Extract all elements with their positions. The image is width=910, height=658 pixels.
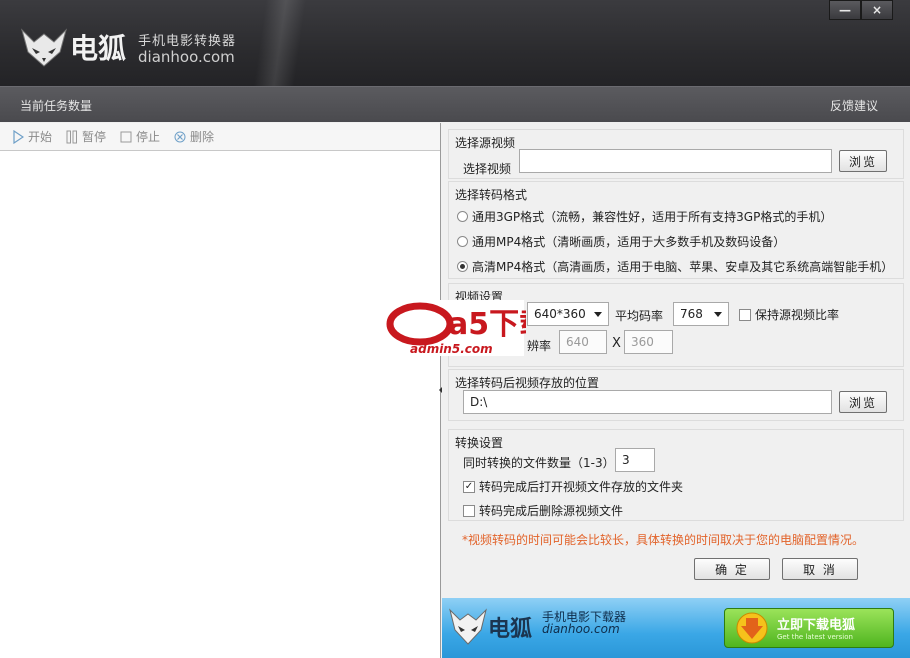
download-now-sublabel: Get the latest version <box>777 633 853 641</box>
delete-source-option[interactable]: 转码完成后删除源视频文件 <box>463 502 623 519</box>
dianhu-banner-logo: 电狐 <box>449 608 532 645</box>
radio-3gp[interactable] <box>457 211 468 222</box>
download-banner[interactable]: 电狐 手机电影下载器 dianhoo.com 立即下载电狐 Get the la… <box>442 598 910 658</box>
bitrate-value: 768 <box>680 307 703 321</box>
stop-button[interactable]: 停止 <box>120 128 160 145</box>
open-folder-checkbox[interactable]: ✓ <box>463 480 475 493</box>
delete-source-checkbox[interactable] <box>463 504 475 517</box>
convert-settings-group: 转换设置 同时转换的文件数量（1-3） 3 ✓ 转码完成后打开视频文件存放的文件… <box>448 429 904 521</box>
source-group-title: 选择源视频 <box>455 136 516 150</box>
settings-pane: 选择源视频 选择视频 浏览 选择转码格式 通用3GP格式（流畅，兼容性好，适用于… <box>442 123 910 598</box>
svg-text:电狐: 电狐 <box>488 616 532 642</box>
open-folder-label: 转码完成后打开视频文件存放的文件夹 <box>479 480 684 494</box>
pause-icon <box>66 130 78 143</box>
conversion-time-note: *视频转码的时间可能会比较长，具体转换的时间取决于您的电脑配置情况。 <box>462 533 865 547</box>
svg-text:电狐: 电狐 <box>70 32 126 65</box>
delete-button[interactable]: 删除 <box>174 128 214 145</box>
app-subtitle: 手机电影转换器 <box>138 34 237 49</box>
start-label: 开始 <box>28 130 53 144</box>
delete-icon <box>174 131 186 142</box>
play-icon <box>13 129 24 144</box>
bitrate-select[interactable]: 768 <box>673 302 729 326</box>
output-location-group: 选择转码后视频存放的位置 D:\ 浏览 <box>448 369 904 421</box>
open-folder-option[interactable]: ✓ 转码完成后打开视频文件存放的文件夹 <box>463 478 683 495</box>
download-now-button[interactable]: 立即下载电狐 Get the latest version <box>724 608 894 648</box>
chevron-down-icon <box>714 312 722 317</box>
output-browse-button[interactable]: 浏览 <box>839 391 887 413</box>
download-arrow-icon <box>736 612 768 644</box>
keep-ratio-checkbox[interactable] <box>739 308 751 321</box>
delete-label: 删除 <box>190 130 215 144</box>
width-input[interactable]: 640 <box>559 330 607 354</box>
format-group: 选择转码格式 通用3GP格式（流畅，兼容性好，适用于所有支持3GP格式的手机） … <box>448 181 904 279</box>
chevron-down-icon <box>594 312 602 317</box>
format-mp4-label: 通用MP4格式（清晰画质，适用于大多数手机及数码设备） <box>472 235 786 249</box>
bitrate-label: 平均码率 <box>615 309 664 323</box>
concurrent-input[interactable]: 3 <box>615 448 655 472</box>
banner-site: dianhoo.com <box>542 622 620 636</box>
source-browse-button[interactable]: 浏览 <box>839 150 887 172</box>
stop-icon <box>120 131 132 142</box>
format-option-3gp[interactable]: 通用3GP格式（流畅，兼容性好，适用于所有支持3GP格式的手机） <box>457 208 832 225</box>
resolution-select[interactable]: 640*360 <box>527 302 609 326</box>
minimize-button[interactable]: — <box>829 0 861 20</box>
stop-label: 停止 <box>136 130 161 144</box>
height-input[interactable]: 360 <box>624 330 673 354</box>
pause-label: 暂停 <box>82 130 107 144</box>
task-list-pane: 开始 暂停 停止 删除 <box>0 123 441 658</box>
dianhu-logo: 电狐 <box>21 28 126 67</box>
task-toolbar: 开始 暂停 停止 删除 <box>0 123 440 151</box>
pause-button[interactable]: 暂停 <box>66 128 106 145</box>
window-controls: — × <box>829 0 893 20</box>
start-button[interactable]: 开始 <box>12 128 52 145</box>
download-now-label: 立即下载电狐 <box>777 618 856 633</box>
custom-resolution-label: 辨率 <box>527 339 552 353</box>
keep-ratio-label: 保持源视频比率 <box>755 308 840 322</box>
format-group-title: 选择转码格式 <box>455 188 528 202</box>
task-count-label: 当前任务数量 <box>20 99 93 113</box>
format-hd-mp4-label: 高清MP4格式（高清画质，适用于电脑、苹果、安卓及其它系统高端智能手机） <box>472 260 894 274</box>
source-video-label: 选择视频 <box>463 162 512 176</box>
feedback-link[interactable]: 反馈建议 <box>830 97 878 114</box>
resolution-value: 640*360 <box>534 307 586 321</box>
ok-button[interactable]: 确 定 <box>694 558 770 580</box>
app-site: dianhoo.com <box>138 48 235 66</box>
format-option-mp4[interactable]: 通用MP4格式（清晰画质，适用于大多数手机及数码设备） <box>457 233 785 250</box>
source-video-input[interactable] <box>519 149 832 173</box>
concurrent-label: 同时转换的文件数量（1-3） <box>463 456 615 470</box>
radio-mp4[interactable] <box>457 236 468 247</box>
output-path-input[interactable]: D:\ <box>463 390 832 414</box>
format-3gp-label: 通用3GP格式（流畅，兼容性好，适用于所有支持3GP格式的手机） <box>472 210 833 224</box>
close-button[interactable]: × <box>861 0 893 20</box>
output-group-title: 选择转码后视频存放的位置 <box>455 376 600 390</box>
sub-bar: 当前任务数量 反馈建议 <box>0 86 910 122</box>
keep-ratio-option[interactable]: 保持源视频比率 <box>739 306 839 323</box>
format-option-hd-mp4[interactable]: 高清MP4格式（高清画质，适用于电脑、苹果、安卓及其它系统高端智能手机） <box>457 258 893 275</box>
cancel-button[interactable]: 取 消 <box>782 558 858 580</box>
title-sheen <box>253 0 307 86</box>
svg-text:a5下载: a5下载 <box>448 307 526 342</box>
a5-watermark-url: admin5.com <box>410 342 493 356</box>
convert-group-title: 转换设置 <box>455 436 504 450</box>
radio-hd-mp4[interactable] <box>457 261 468 272</box>
dimension-separator: X <box>612 336 621 351</box>
delete-source-label: 转码完成后删除源视频文件 <box>479 504 624 518</box>
source-video-group: 选择源视频 选择视频 浏览 <box>448 129 904 179</box>
title-bar: 电狐 手机电影转换器 dianhoo.com — × <box>0 0 910 86</box>
